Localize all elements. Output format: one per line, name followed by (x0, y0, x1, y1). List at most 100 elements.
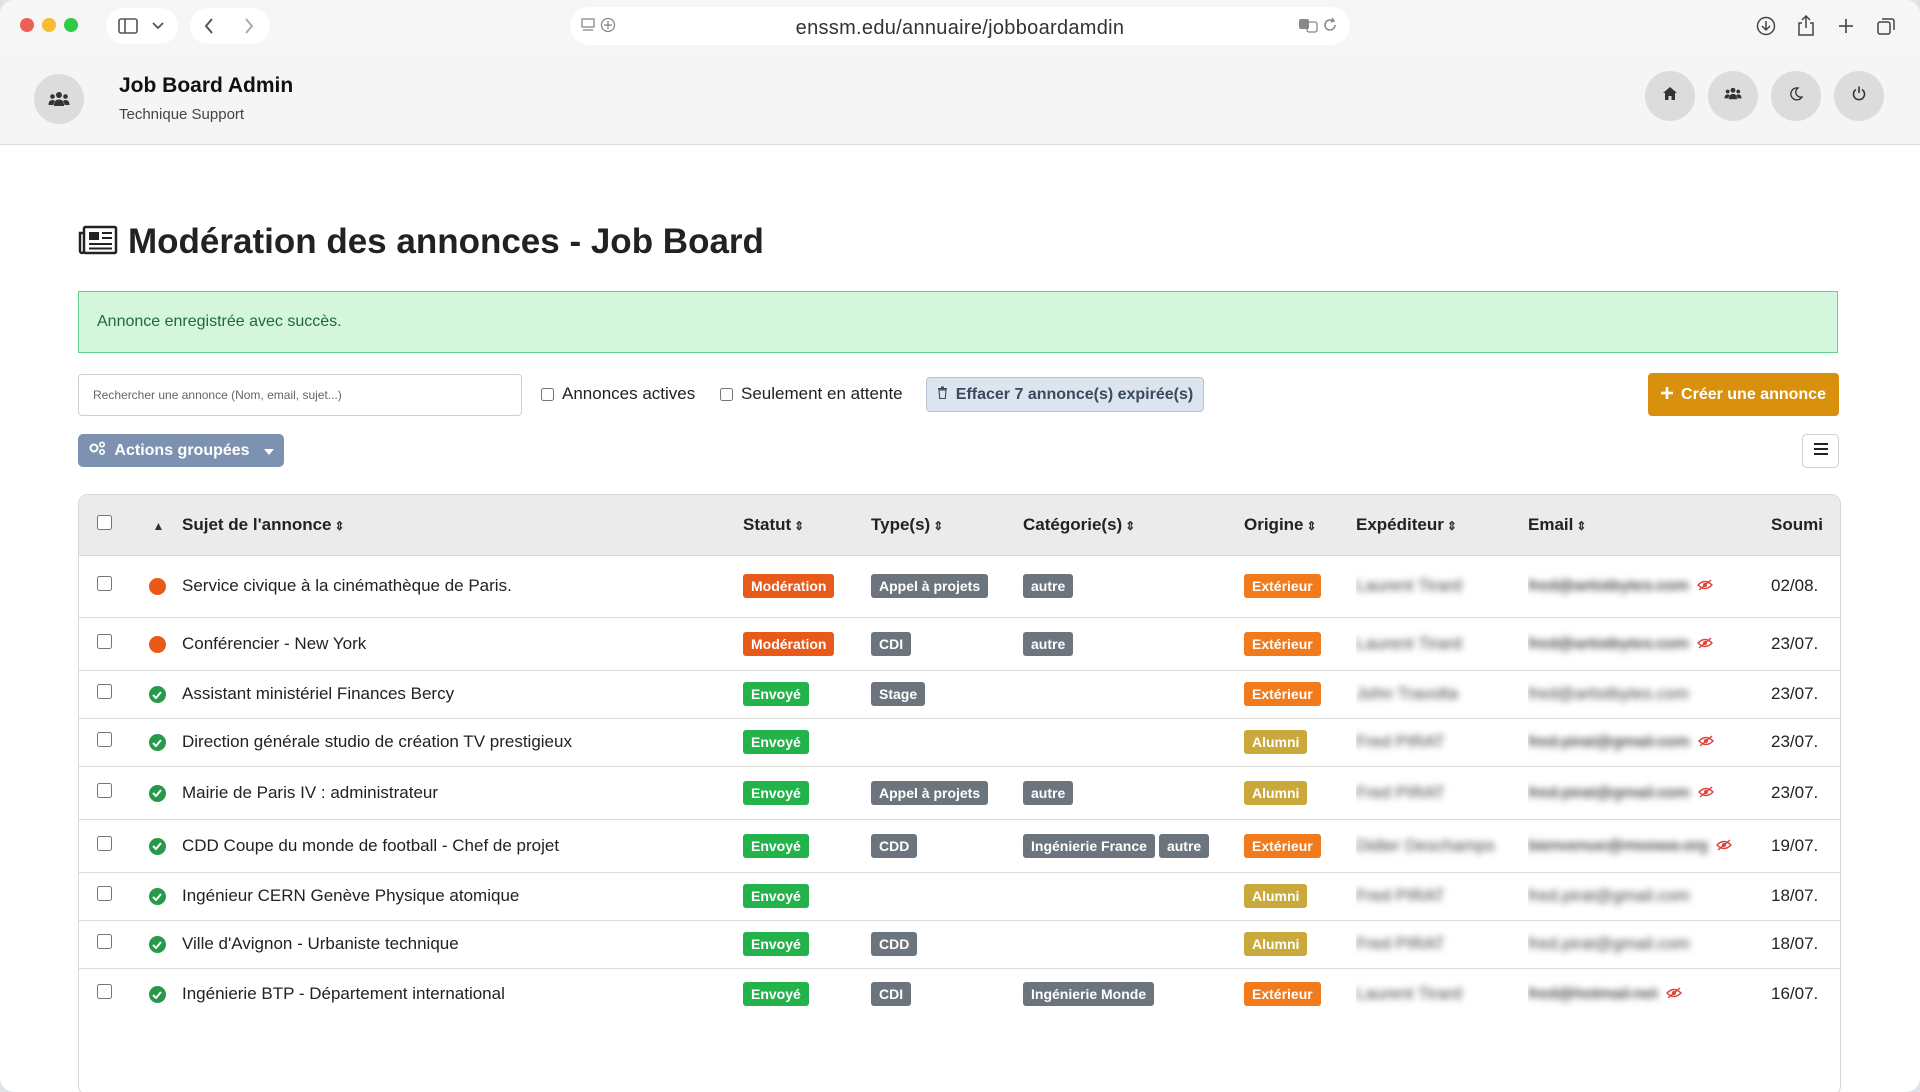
row-types-cell: CDD (871, 818, 1023, 872)
share-icon[interactable] (1789, 10, 1823, 42)
header-categories[interactable]: Catégorie(s) ⇕ (1023, 495, 1244, 555)
close-window-button[interactable] (20, 18, 34, 32)
download-icon[interactable] (1749, 10, 1783, 42)
sort-icon: ⇕ (933, 518, 944, 533)
dark-mode-button[interactable] (1771, 71, 1821, 121)
row-status-cell: Envoyé (743, 919, 871, 968)
tabs-icon[interactable] (1869, 10, 1903, 42)
origin-badge: Extérieur (1244, 631, 1321, 656)
table-row[interactable]: Conférencier - New York Modération CDI autr… (79, 616, 1840, 670)
create-listing-button[interactable]: Créer une annonce (1648, 373, 1839, 416)
row-subject[interactable]: Ingénieur CERN Genève Physique atomique (182, 871, 743, 920)
table-row[interactable]: Service civique à la cinémathèque de Par… (79, 554, 1840, 617)
create-listing-label: Créer une annonce (1681, 385, 1826, 403)
row-status-cell: Envoyé (743, 818, 871, 872)
address-bar[interactable]: enssm.edu/annuaire/jobboardamdin (570, 7, 1350, 45)
alert-message: Annonce enregistrée avec succès. (97, 313, 342, 330)
table-row[interactable]: Ville d'Avignon - Urbaniste technique Env… (79, 919, 1840, 968)
header-submitted-label: Soumi (1771, 514, 1823, 534)
header-sender[interactable]: Expéditeur ⇕ (1356, 495, 1528, 555)
row-checkbox[interactable] (97, 835, 112, 851)
eye-slash-icon[interactable] (1696, 576, 1713, 596)
row-subject[interactable]: Ville d'Avignon - Urbaniste technique (182, 919, 743, 968)
row-subject[interactable]: Mairie de Paris IV : administrateur (182, 765, 743, 819)
logout-button[interactable] (1834, 71, 1884, 121)
back-icon[interactable] (192, 10, 226, 42)
row-select-cell (79, 967, 132, 1020)
header-subject[interactable]: Sujet de l'annonce ⇕ (182, 495, 743, 555)
row-types-cell: CDI (871, 616, 1023, 670)
select-all-checkbox[interactable] (97, 514, 112, 530)
row-checkbox[interactable] (97, 633, 112, 649)
table-row[interactable]: Assistant ministériel Finances Bercy Envo… (79, 669, 1840, 718)
filter-active-checkbox[interactable] (541, 387, 554, 401)
header-origin[interactable]: Origine ⇕ (1244, 495, 1356, 555)
forward-icon[interactable] (232, 10, 266, 42)
row-checkbox[interactable] (97, 732, 112, 747)
check-circle-icon (148, 784, 166, 802)
row-subject[interactable]: Direction générale studio de création TV… (182, 717, 743, 766)
eye-slash-icon[interactable] (1665, 984, 1682, 1004)
header-status[interactable]: Statut ⇕ (743, 495, 871, 555)
row-types-cell: Appel à projets (871, 554, 1023, 617)
header-email[interactable]: Email ⇕ (1528, 495, 1771, 555)
eye-slash-icon[interactable] (1696, 634, 1713, 654)
row-submitted-date: 23/07. (1771, 765, 1840, 819)
home-icon (1663, 87, 1677, 105)
filter-active[interactable]: Annonces actives (541, 384, 695, 404)
home-button[interactable] (1645, 71, 1695, 121)
purge-expired-button[interactable]: Effacer 7 annonce(s) expirée(s) (926, 377, 1204, 412)
row-select-cell (79, 669, 132, 718)
column-menu-button[interactable] (1802, 434, 1839, 468)
table-row[interactable]: Ingénierie BTP - Département internation… (79, 967, 1840, 1020)
row-checkbox[interactable] (97, 684, 112, 699)
row-categories-cell: Ingénierie Monde (1023, 967, 1244, 1020)
zoom-window-button[interactable] (64, 18, 78, 32)
eye-slash-icon[interactable] (1697, 783, 1714, 803)
filter-pending-checkbox[interactable] (720, 387, 733, 401)
header-types[interactable]: Type(s) ⇕ (871, 495, 1023, 555)
eye-slash-icon[interactable] (1697, 732, 1714, 752)
row-state-cell (132, 818, 182, 872)
eye-slash-icon[interactable] (1715, 836, 1732, 856)
table-row[interactable]: Mairie de Paris IV : administrateur Envoy… (79, 765, 1840, 819)
sender-email: fred@artistbytes.com (1528, 684, 1689, 703)
row-select-cell (79, 765, 132, 819)
row-checkbox[interactable] (97, 934, 112, 949)
users-button[interactable] (1708, 71, 1758, 121)
row-status-cell: Modération (743, 554, 871, 617)
browser-window: enssm.edu/annuaire/jobboardamdin Job Boa… (0, 0, 1920, 1092)
row-checkbox[interactable] (97, 984, 112, 1000)
row-subject[interactable]: Service civique à la cinémathèque de Par… (182, 554, 743, 617)
row-origin-cell: Alumni (1244, 919, 1356, 968)
row-subject[interactable]: Assistant ministériel Finances Bercy (182, 669, 743, 718)
minimize-window-button[interactable] (42, 18, 56, 32)
reload-icon[interactable] (1322, 17, 1338, 38)
table-row[interactable]: CDD Coupe du monde de football - Chef de… (79, 818, 1840, 872)
row-state-cell (132, 967, 182, 1020)
row-subject[interactable]: Ingénierie BTP - Département internation… (182, 967, 743, 1020)
sidebar-icon[interactable] (111, 10, 145, 42)
table-row[interactable]: Direction générale studio de création TV… (79, 717, 1840, 766)
row-checkbox[interactable] (97, 576, 112, 591)
row-subject[interactable]: CDD Coupe du monde de football - Chef de… (182, 818, 743, 872)
translate-icon[interactable] (1298, 17, 1318, 38)
row-origin-cell: Alumni (1244, 765, 1356, 819)
chevron-down-icon[interactable] (141, 10, 175, 42)
sender-name: Laurent Tirard (1356, 984, 1462, 1004)
header-state[interactable]: ▲︎ (132, 495, 182, 555)
header-submitted[interactable]: Soumi (1771, 495, 1840, 555)
filter-pending[interactable]: Seulement en attente (720, 384, 903, 404)
row-checkbox[interactable] (97, 782, 112, 798)
row-sender: Fred PIRAT (1356, 871, 1528, 920)
category-badge: autre (1158, 833, 1210, 858)
bulk-actions-button[interactable]: Actions groupées (78, 434, 284, 467)
table-row[interactable]: Ingénieur CERN Genève Physique atomique E… (79, 871, 1840, 920)
check-circle-icon (148, 837, 166, 855)
new-tab-icon[interactable] (1829, 10, 1863, 42)
row-subject[interactable]: Conférencier - New York (182, 616, 743, 670)
search-input[interactable] (78, 374, 522, 416)
row-status-cell: Envoyé (743, 871, 871, 920)
row-checkbox[interactable] (97, 886, 112, 901)
row-sender: Fred PIRAT (1356, 919, 1528, 968)
